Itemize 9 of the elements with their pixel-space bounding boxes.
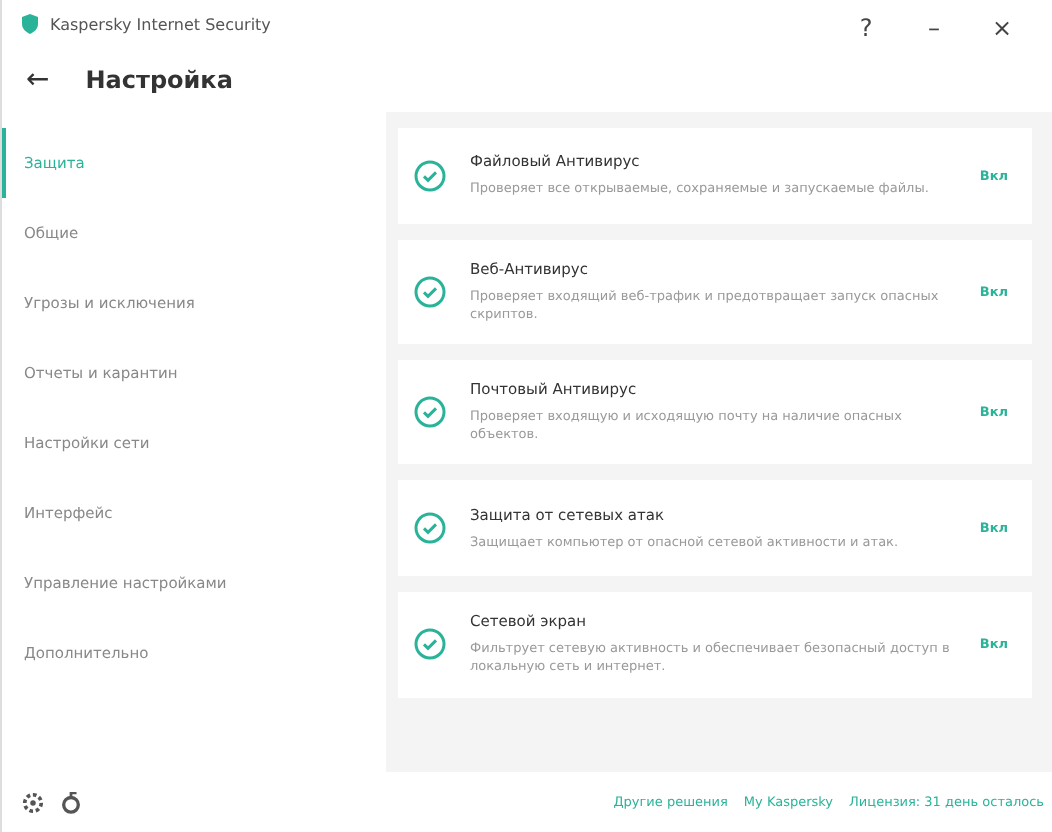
shield-icon — [22, 14, 38, 34]
help-button[interactable]: ? — [832, 13, 900, 41]
support-icon[interactable] — [60, 791, 82, 813]
minimize-button[interactable]: – — [900, 13, 968, 41]
settings-icon[interactable] — [22, 791, 44, 813]
back-button[interactable]: ← — [26, 64, 50, 96]
window-title: Kaspersky Internet Security — [50, 15, 273, 33]
page-title: Настройка — [85, 66, 233, 94]
close-button[interactable]: × — [968, 13, 1036, 41]
